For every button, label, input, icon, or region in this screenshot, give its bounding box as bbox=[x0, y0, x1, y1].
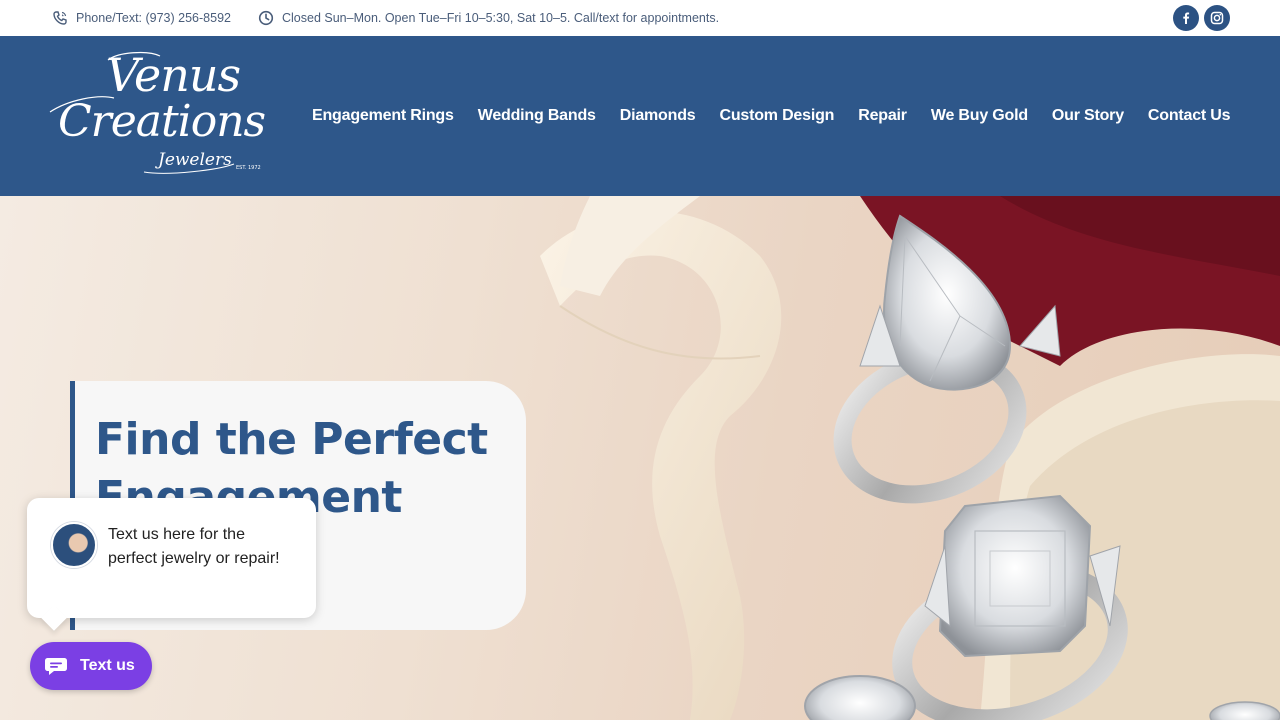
nav-repair[interactable]: Repair bbox=[846, 107, 919, 125]
phone-info[interactable]: Phone/Text: (973) 256-8592 bbox=[52, 0, 231, 36]
top-info-bar: Phone/Text: (973) 256-8592 Closed Sun–Mo… bbox=[0, 0, 1280, 36]
logo-word-jewelers: Jewelers bbox=[158, 150, 232, 170]
hours-info: Closed Sun–Mon. Open Tue–Fri 10–5:30, Sa… bbox=[258, 0, 719, 36]
site-header: Venus Creations Jewelers EST. 1972 Engag… bbox=[0, 36, 1280, 196]
nav-custom-design[interactable]: Custom Design bbox=[707, 107, 846, 125]
chat-prompt-bubble[interactable]: Text us here for the perfect jewelry or … bbox=[27, 498, 316, 631]
text-us-label: Text us bbox=[80, 657, 135, 674]
site-logo[interactable]: Venus Creations Jewelers EST. 1972 bbox=[48, 50, 278, 182]
nav-diamonds[interactable]: Diamonds bbox=[608, 107, 708, 125]
phone-text: Phone/Text: (973) 256-8592 bbox=[76, 11, 231, 25]
nav-our-story[interactable]: Our Story bbox=[1040, 107, 1136, 125]
instagram-link[interactable] bbox=[1204, 5, 1230, 31]
nav-contact-us[interactable]: Contact Us bbox=[1136, 107, 1242, 125]
logo-word-venus: Venus bbox=[106, 48, 241, 102]
phone-icon bbox=[53, 11, 67, 25]
nav-wedding-bands[interactable]: Wedding Bands bbox=[466, 107, 608, 125]
clock-icon bbox=[258, 10, 274, 26]
main-navigation: Engagement Rings Wedding Bands Diamonds … bbox=[300, 36, 1242, 196]
logo-word-creations: Creations bbox=[58, 96, 266, 147]
chat-prompt-message: Text us here for the perfect jewelry or … bbox=[108, 526, 280, 567]
chat-agent-avatar bbox=[51, 522, 97, 568]
instagram-icon bbox=[1210, 11, 1224, 25]
hero-banner: Find the Perfect Engagement Ring bbox=[0, 196, 1280, 720]
facebook-icon bbox=[1183, 12, 1190, 24]
facebook-link[interactable] bbox=[1173, 5, 1199, 31]
hours-text: Closed Sun–Mon. Open Tue–Fri 10–5:30, Sa… bbox=[282, 11, 720, 25]
nav-we-buy-gold[interactable]: We Buy Gold bbox=[919, 107, 1040, 125]
chat-bubble-icon bbox=[45, 658, 67, 675]
text-us-button[interactable]: Text us bbox=[30, 642, 152, 690]
nav-engagement-rings[interactable]: Engagement Rings bbox=[300, 107, 466, 125]
logo-established: EST. 1972 bbox=[236, 165, 261, 171]
